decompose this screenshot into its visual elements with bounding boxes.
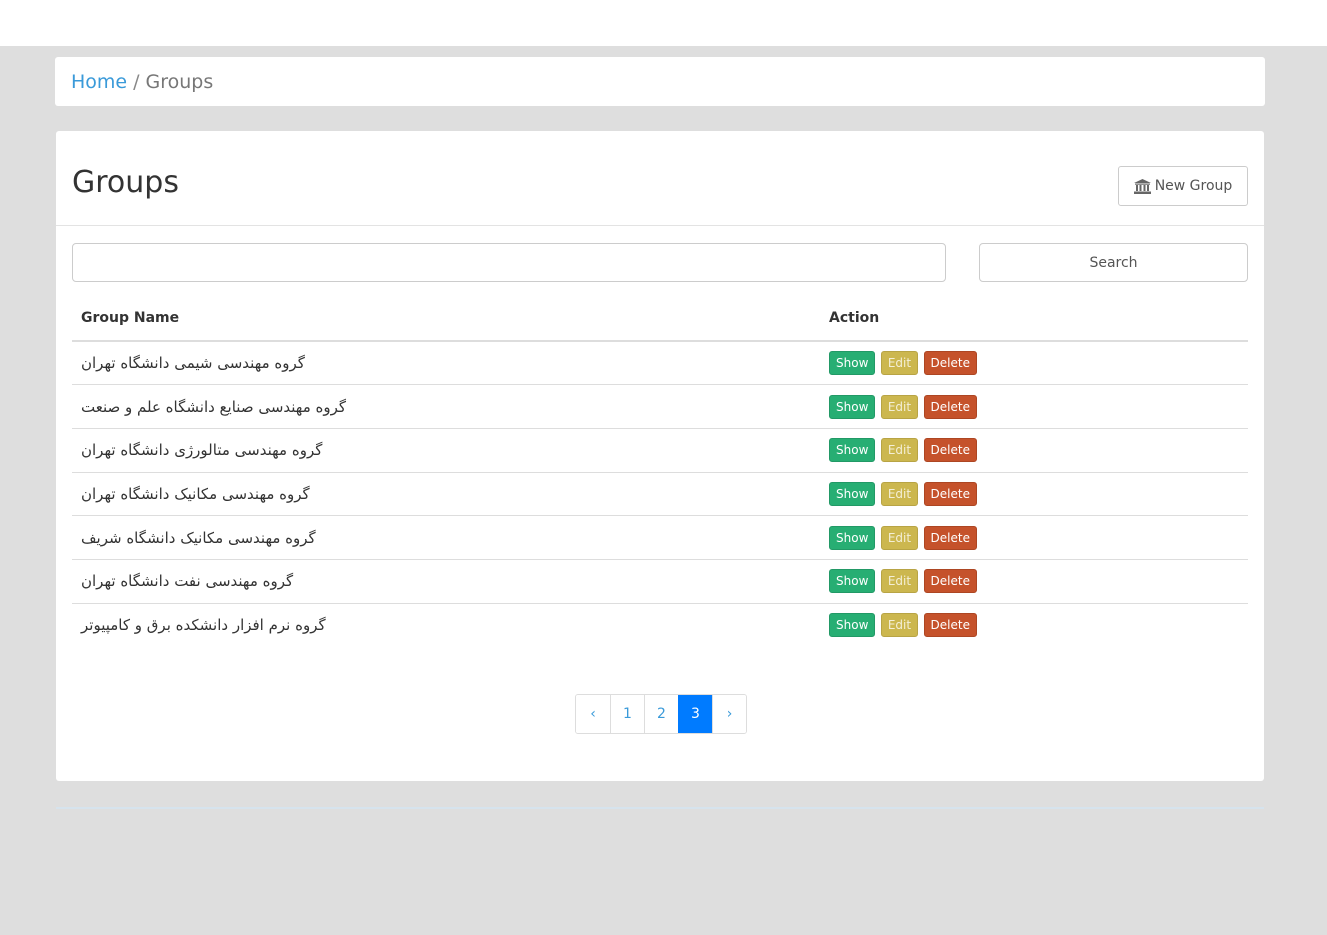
table-row: گروه مهندسی صنایع دانشگاه علم و صنعت Sho… [72,384,1248,429]
bank-icon [1133,178,1151,194]
next-page-button[interactable]: › [712,695,746,733]
header-group-name: Group Name [72,296,820,342]
search-button[interactable]: Search [979,243,1248,282]
new-group-button[interactable]: New Group [1118,166,1248,206]
table-row: گروه مهندسی نفت دانشگاه تهران Show Edit … [72,558,1248,604]
show-button[interactable]: Show [829,569,876,594]
action-cell: Show Edit Delete [820,427,1248,473]
show-button[interactable]: Show [829,525,876,550]
table-header-row: Group Name Action [72,296,1248,342]
delete-button[interactable]: Delete [923,525,977,550]
table-row: گروه مهندسی شیمی دانشگاه تهران Show Edit… [72,341,1248,385]
edit-button[interactable]: Edit [880,351,919,376]
group-name-cell: گروه مهندسی مکانیک دانشگاه شریف [72,515,820,560]
top-navbar [0,0,1327,46]
header-action: Action [820,296,1248,342]
breadcrumb-separator: / [133,70,140,93]
page-1-button[interactable]: 1 [610,695,644,733]
delete-button[interactable]: Delete [923,613,977,638]
action-cell: Show Edit Delete [820,341,1248,385]
breadcrumb: Home / Groups [55,57,1265,106]
edit-button[interactable]: Edit [880,481,919,506]
group-name-cell: گروه مهندسی شیمی دانشگاه تهران [81,354,305,373]
delete-button[interactable]: Delete [923,481,977,506]
page-3-button[interactable]: 3 [678,695,712,733]
show-button[interactable]: Show [829,351,876,376]
delete-button[interactable]: Delete [923,351,977,376]
delete-button[interactable]: Delete [923,569,977,594]
action-cell: Show Edit Delete [820,602,1248,647]
groups-card: Groups New Group Search Group Name Actio… [56,131,1264,781]
breadcrumb-home-link[interactable]: Home [71,71,127,93]
delete-button[interactable]: Delete [923,438,977,463]
action-cell: Show Edit Delete [820,471,1248,516]
show-button[interactable]: Show [829,613,876,638]
groups-table: Group Name Action گروه مهندسی شیمی دانشگ… [72,296,1248,647]
action-cell: Show Edit Delete [820,558,1248,604]
edit-button[interactable]: Edit [880,525,919,550]
show-button[interactable]: Show [829,438,876,463]
pagination: ‹ 1 2 3 › [575,694,747,734]
delete-button[interactable]: Delete [923,394,977,419]
footer-divider [56,807,1264,809]
group-name-cell: گروه مهندسی متالورژی دانشگاه تهران [72,427,820,473]
breadcrumb-current: Groups [145,70,214,93]
group-name-cell: گروه مهندسی صنایع دانشگاه علم و صنعت [72,384,820,429]
edit-button[interactable]: Edit [880,569,919,594]
card-header: Groups New Group [56,131,1264,226]
edit-button[interactable]: Edit [880,438,919,463]
prev-page-button[interactable]: ‹ [576,695,610,733]
show-button[interactable]: Show [829,394,876,419]
page-title: Groups [72,165,179,200]
table-row: گروه مهندسی مکانیک دانشگاه شریف Show Edi… [72,515,1248,560]
action-cell: Show Edit Delete [820,515,1248,560]
edit-button[interactable]: Edit [880,613,919,638]
edit-button[interactable]: Edit [880,394,919,419]
search-input[interactable] [72,243,946,282]
table-row: گروه نرم افزار دانشکده برق و کامپیوتر Sh… [72,602,1248,647]
table-row: گروه مهندسی متالورژی دانشگاه تهران Show … [72,427,1248,473]
group-name-cell: گروه مهندسی مکانیک دانشگاه تهران [72,471,820,516]
group-name-cell: گروه مهندسی نفت دانشگاه تهران [72,558,820,604]
action-cell: Show Edit Delete [820,384,1248,429]
table-row: گروه مهندسی مکانیک دانشگاه تهران Show Ed… [72,471,1248,516]
show-button[interactable]: Show [829,481,876,506]
group-name-cell: گروه نرم افزار دانشکده برق و کامپیوتر [72,602,820,647]
page-2-button[interactable]: 2 [644,695,678,733]
new-group-label: New Group [1154,178,1233,194]
